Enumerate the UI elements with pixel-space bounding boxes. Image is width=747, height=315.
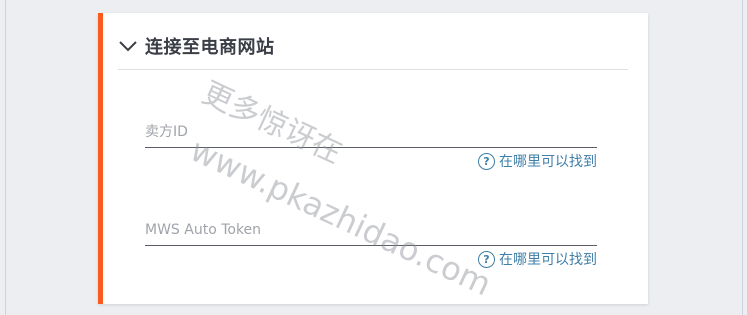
mws-token-help-link[interactable]: ? 在哪里可以找到 bbox=[478, 249, 597, 269]
mws-token-input[interactable] bbox=[145, 239, 597, 246]
question-circle-icon: ? bbox=[478, 152, 495, 170]
seller-id-field: 卖方ID ? 在哪里可以找到 bbox=[145, 123, 597, 170]
seller-id-label: 卖方ID bbox=[145, 124, 188, 140]
seller-id-help-link[interactable]: ? 在哪里可以找到 bbox=[478, 151, 597, 171]
section-title: 连接至电商网站 bbox=[145, 37, 275, 58]
question-circle-icon: ? bbox=[478, 250, 495, 268]
connect-store-card: 连接至电商网站 卖方ID ? 在哪里可以找到 MWS Auto Token ? … bbox=[98, 13, 648, 304]
mws-token-label: MWS Auto Token bbox=[145, 222, 262, 238]
seller-id-input[interactable] bbox=[145, 141, 597, 148]
section-header[interactable]: 连接至电商网站 bbox=[118, 32, 275, 60]
chevron-down-icon[interactable] bbox=[118, 35, 140, 57]
mws-token-help-text: 在哪里可以找到 bbox=[499, 252, 597, 268]
header-divider bbox=[118, 69, 628, 70]
accent-bar bbox=[98, 13, 103, 304]
mws-token-field: MWS Auto Token ? 在哪里可以找到 bbox=[145, 221, 597, 268]
seller-id-help-text: 在哪里可以找到 bbox=[499, 154, 597, 170]
